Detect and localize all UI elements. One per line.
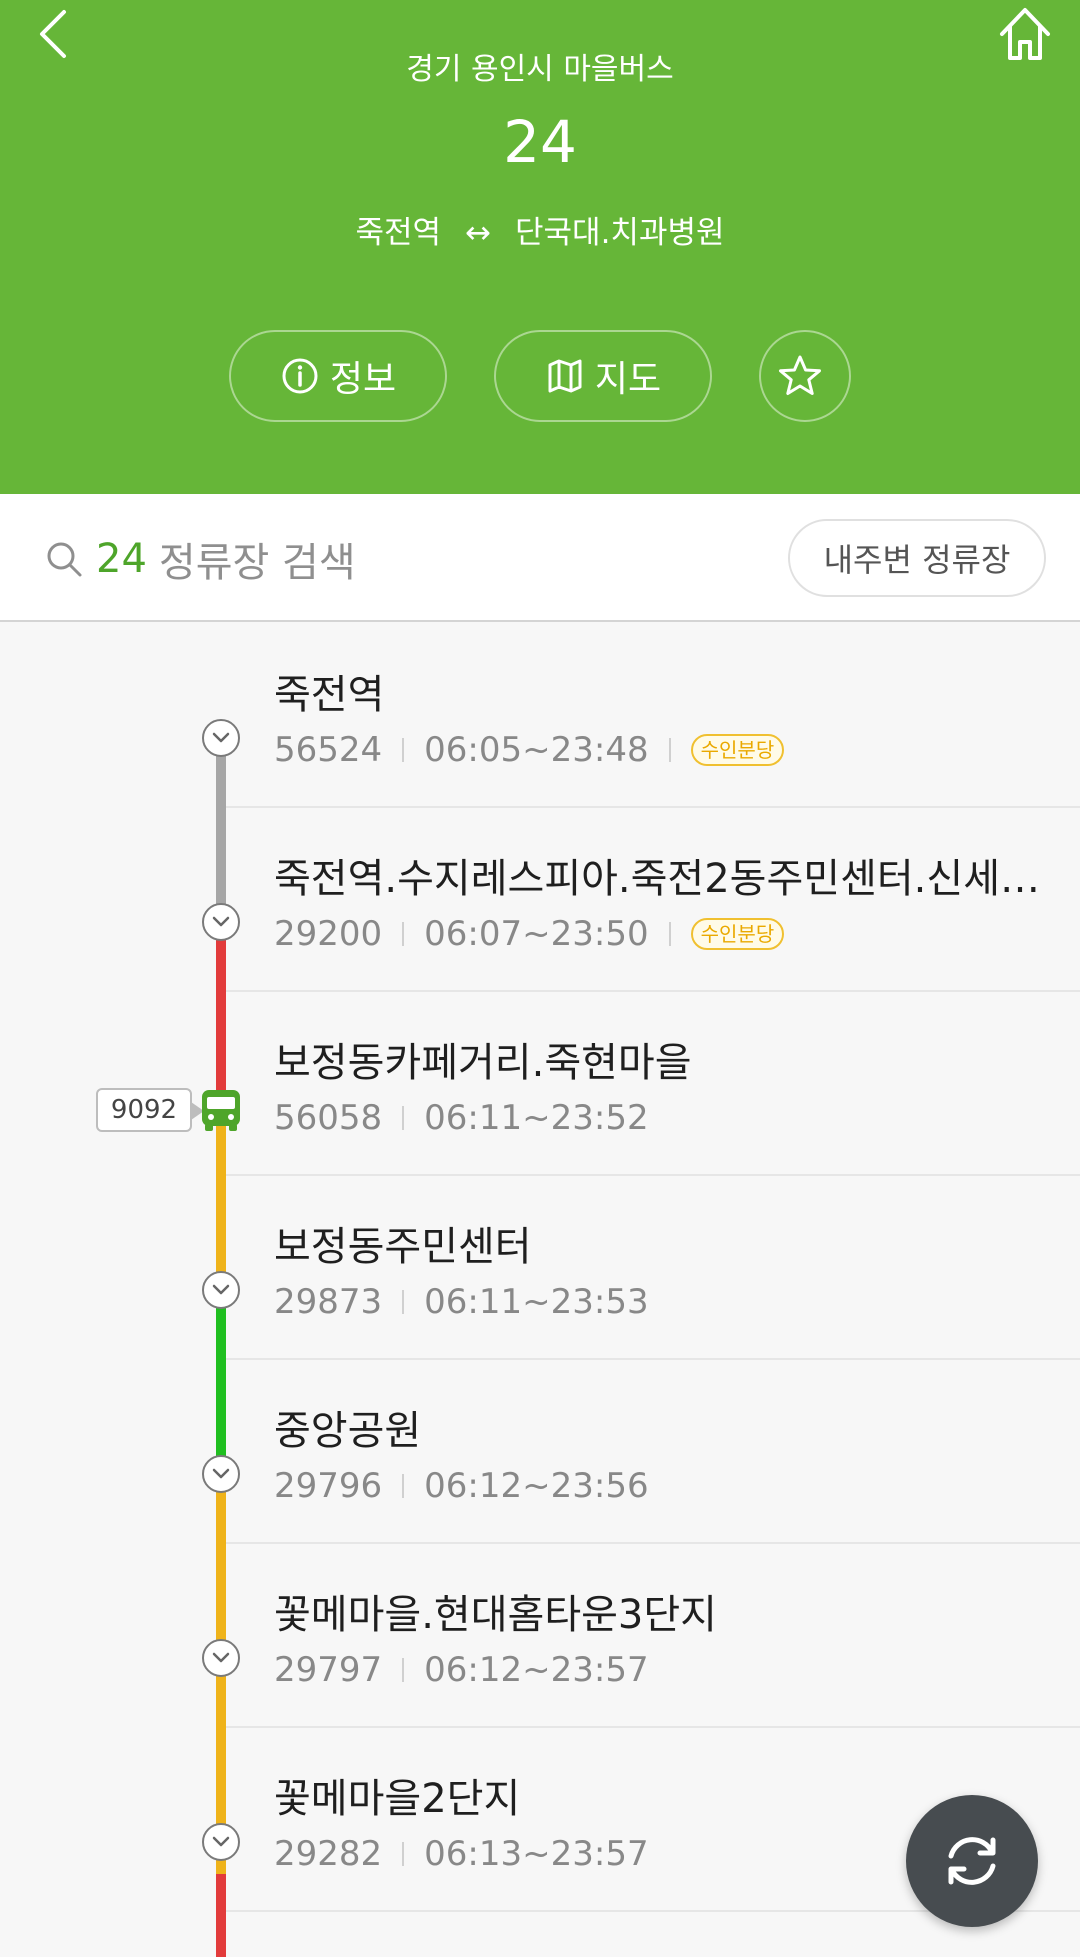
map-button[interactable]: 지도 xyxy=(494,330,712,422)
favorite-button[interactable] xyxy=(759,330,851,422)
divider xyxy=(402,738,405,762)
transfer-line-badge: 수인분당 xyxy=(690,918,785,950)
info-button[interactable]: 정보 xyxy=(229,330,447,422)
divider xyxy=(402,1106,405,1130)
divider xyxy=(402,1290,405,1314)
stop-meta: 29200 06:07~23:50 수인분당 xyxy=(274,912,785,956)
stop-name: 보정동카페거리.죽현마을 xyxy=(274,1040,692,1086)
stop-search-bar: 24 정류장 검색 내주변 정류장 xyxy=(0,494,1080,622)
stop-meta: 56058 06:11~23:52 xyxy=(274,1096,649,1140)
stop-search-input[interactable]: 24 정류장 검색 xyxy=(44,524,784,594)
stop-node-chevron-icon[interactable] xyxy=(202,1823,240,1861)
stop-hours: 06:12~23:57 xyxy=(424,1650,649,1690)
stop-row[interactable]: 죽전역.수지레스피아.죽전2동주민센터.신세… 29200 06:07~23:5… xyxy=(0,808,1080,992)
divider xyxy=(668,922,671,946)
bus-vehicle-number[interactable]: 9092 xyxy=(96,1088,204,1132)
stop-id: 29200 xyxy=(274,914,383,954)
stop-list: 죽전역 56524 06:05~23:48 수인분당 죽전역.수지레스피아.죽전… xyxy=(0,624,1080,1957)
route-number: 24 xyxy=(503,108,577,176)
stop-row[interactable]: 꽃메마을.현대홈타운3단지 29797 06:12~23:57 xyxy=(0,1544,1080,1728)
stop-meta: 29797 06:12~23:57 xyxy=(274,1648,649,1692)
stop-node-chevron-icon[interactable] xyxy=(202,719,240,757)
stop-name: 죽전역.수지레스피아.죽전2동주민센터.신세… xyxy=(274,856,1040,902)
route-origin: 죽전역 xyxy=(355,215,442,251)
stop-row[interactable]: 보정동카페거리.죽현마을 56058 06:11~23:52 xyxy=(0,992,1080,1176)
search-placeholder: 정류장 검색 xyxy=(158,540,356,586)
stop-row[interactable]: 보정동주민센터 29873 06:11~23:53 xyxy=(0,1176,1080,1360)
stop-node-chevron-icon[interactable] xyxy=(202,903,240,941)
stop-hours: 06:07~23:50 xyxy=(424,914,649,954)
stop-name: 꽃메마을.현대홈타운3단지 xyxy=(274,1592,717,1638)
info-icon xyxy=(282,358,318,394)
stop-id: 56058 xyxy=(274,1098,383,1138)
nearby-stops-button[interactable]: 내주변 정류장 xyxy=(788,519,1046,597)
stop-hours: 06:13~23:57 xyxy=(424,1834,649,1874)
map-icon xyxy=(548,359,582,393)
divider xyxy=(402,1658,405,1682)
stop-row[interactable]: 죽전역 56524 06:05~23:48 수인분당 xyxy=(0,624,1080,808)
stop-name: 죽전역 xyxy=(274,672,385,718)
stop-hours: 06:11~23:53 xyxy=(424,1282,649,1322)
stop-id: 29796 xyxy=(274,1466,383,1506)
refresh-button[interactable] xyxy=(906,1795,1038,1927)
stop-id: 56524 xyxy=(274,730,383,770)
divider xyxy=(668,738,671,762)
stop-hours: 06:12~23:56 xyxy=(424,1466,649,1506)
divider xyxy=(402,1474,405,1498)
divider xyxy=(402,1842,405,1866)
bus-icon[interactable] xyxy=(198,1087,244,1133)
stop-id: 29873 xyxy=(274,1282,383,1322)
transfer-line-badge: 수인분당 xyxy=(690,734,785,766)
stop-node-chevron-icon[interactable] xyxy=(202,1271,240,1309)
stop-meta: 29282 06:13~23:57 xyxy=(274,1832,649,1876)
route-destination: 단국대.치과병원 xyxy=(515,215,725,251)
stop-name: 보정동주민센터 xyxy=(274,1224,532,1270)
star-icon xyxy=(779,355,821,395)
map-button-label: 지도 xyxy=(594,359,662,400)
refresh-icon xyxy=(948,1837,996,1885)
search-route-number: 24 xyxy=(96,536,147,582)
stop-meta: 29873 06:11~23:53 xyxy=(274,1280,649,1324)
search-icon xyxy=(47,542,82,577)
route-region-type: 경기 용인시 마을버스 xyxy=(406,52,674,87)
stop-meta: 56524 06:05~23:48 수인분당 xyxy=(274,728,785,772)
info-button-label: 정보 xyxy=(329,359,397,400)
divider xyxy=(402,922,405,946)
stop-id: 29797 xyxy=(274,1650,383,1690)
route-header: 경기 용인시 마을버스 24 죽전역 ↔ 단국대.치과병원 정보 지도 xyxy=(0,0,1080,494)
stop-row[interactable]: 중앙공원 29796 06:12~23:56 xyxy=(0,1360,1080,1544)
stop-name: 중앙공원 xyxy=(274,1408,422,1454)
stop-hours: 06:05~23:48 xyxy=(424,730,649,770)
route-endpoints: 죽전역 ↔ 단국대.치과병원 xyxy=(0,207,1080,252)
bidirectional-arrow-icon: ↔ xyxy=(465,215,492,251)
stop-hours: 06:11~23:52 xyxy=(424,1098,649,1138)
stop-node-chevron-icon[interactable] xyxy=(202,1455,240,1493)
stop-meta: 29796 06:12~23:56 xyxy=(274,1464,649,1508)
stop-id: 29282 xyxy=(274,1834,383,1874)
stop-node-chevron-icon[interactable] xyxy=(202,1639,240,1677)
